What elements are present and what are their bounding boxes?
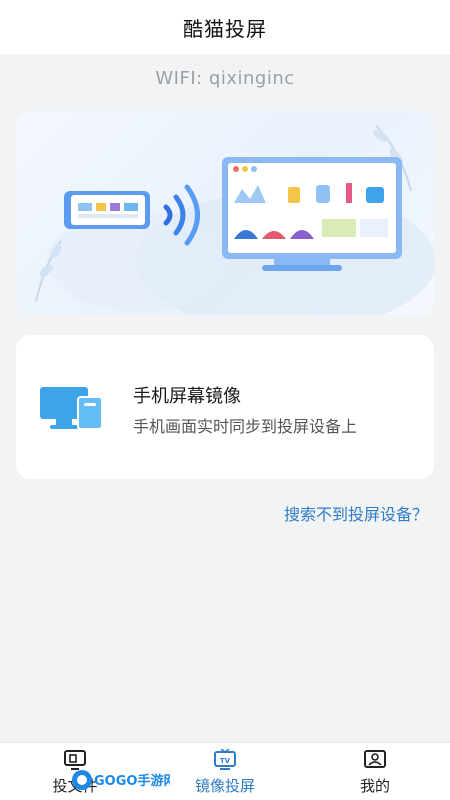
bottom-tab-bar: 投文件 TV 镜像投屏 我的 <box>0 742 450 800</box>
device-not-found-link[interactable]: 搜索不到投屏设备？ <box>284 501 428 525</box>
mirror-banner-illustration <box>16 111 434 315</box>
profile-icon <box>363 749 387 771</box>
screen-mirror-description: 手机画面实时同步到投屏设备上 <box>133 417 358 436</box>
watermark-logo: GOGO手游网 <box>70 766 176 796</box>
tv-mirror-icon: TV <box>213 748 237 771</box>
screen-mirror-title: 手机屏幕镜像 <box>133 386 241 407</box>
title-bar: 酷猫投屏 <box>0 0 450 54</box>
svg-text:TV: TV <box>220 757 231 765</box>
watermark-text: GOGO手游网 <box>94 773 170 789</box>
page-title: 酷猫投屏 <box>183 16 267 41</box>
tab-profile-label: 我的 <box>359 777 390 795</box>
wifi-status-label: WIFI: qixinginc <box>155 68 295 89</box>
screen-mirror-card[interactable]: 手机屏幕镜像 手机画面实时同步到投屏设备上 <box>16 335 434 479</box>
screen-mirror-icon <box>38 383 106 435</box>
tab-profile[interactable]: 我的 <box>300 743 450 800</box>
tab-mirror-cast[interactable]: TV 镜像投屏 <box>150 743 300 800</box>
tab-mirror-cast-label: 镜像投屏 <box>194 777 255 795</box>
